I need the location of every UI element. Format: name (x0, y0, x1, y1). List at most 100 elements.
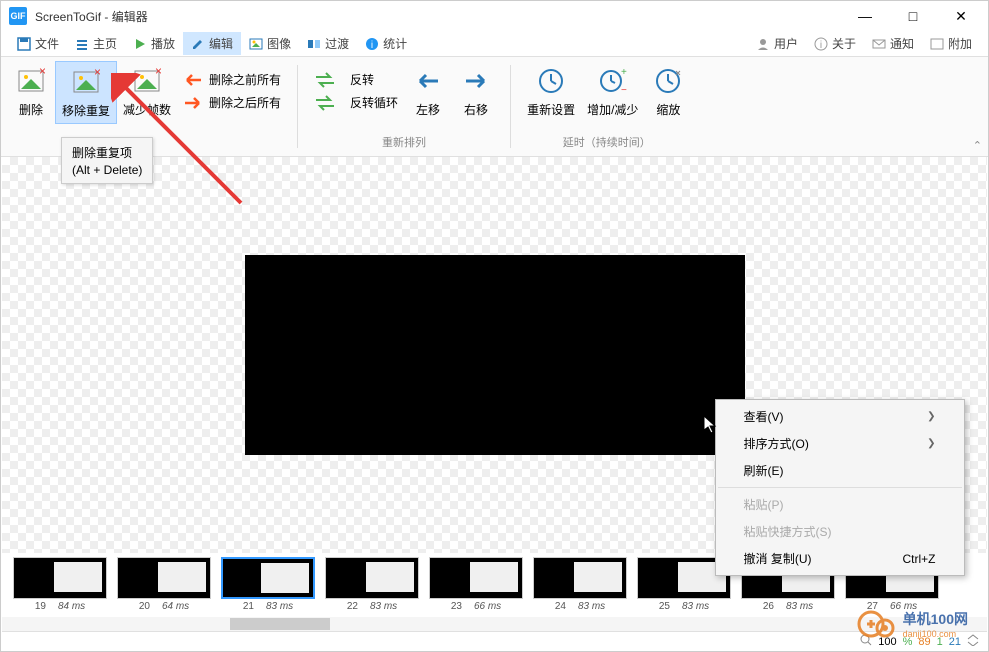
mail-icon (872, 37, 886, 51)
scrollbar-thumb[interactable] (230, 618, 330, 630)
minimize-button[interactable]: — (850, 4, 880, 28)
thumb-duration: 64 ms (162, 601, 189, 612)
svg-text:×: × (94, 68, 100, 79)
image-icon (930, 37, 944, 51)
thumb-frame[interactable]: 23 66 ms (426, 557, 526, 613)
canvas-area: 查看(V)❯ 排序方式(O)❯ 刷新(E) 粘贴(P) 粘贴快捷方式(S) 撤消… (2, 157, 987, 553)
thumb-number: 23 (451, 601, 462, 612)
delete-button[interactable]: × 删除 (7, 61, 55, 122)
arrow-right-icon (460, 65, 492, 97)
transition-icon (307, 37, 321, 51)
arrow-left-icon (183, 73, 203, 87)
loop-icon (314, 95, 336, 111)
watermark: 单机100网 danji100.com (857, 609, 968, 639)
menu-user[interactable]: 用户 (748, 32, 806, 55)
reverse-button[interactable]: 反转 (308, 69, 404, 90)
thumb-image (429, 557, 523, 599)
context-menu: 查看(V)❯ 排序方式(O)❯ 刷新(E) 粘贴(P) 粘贴快捷方式(S) 撤消… (715, 399, 965, 576)
svg-text:−: − (621, 85, 627, 95)
thumb-number: 24 (555, 601, 566, 612)
ctx-undo-copy[interactable]: 撤消 复制(U)Ctrl+Z (716, 545, 964, 572)
thumb-duration: 66 ms (474, 601, 501, 612)
thumb-image (325, 557, 419, 599)
menubar: 文件 主页 播放 编辑 图像 过渡 i统计 用户 i关于 通知 附加 (1, 31, 988, 57)
image-x-icon: × (131, 65, 163, 97)
close-button[interactable]: ✕ (946, 4, 976, 28)
app-icon: GIF (9, 7, 27, 25)
titlebar: GIF ScreenToGif - 编辑器 — □ ✕ (1, 1, 988, 31)
thumb-number: 25 (659, 601, 670, 612)
menu-play[interactable]: 播放 (125, 32, 183, 55)
thumb-number: 22 (347, 601, 358, 612)
thumb-duration: 83 ms (682, 601, 709, 612)
thumb-frame[interactable]: 1984 ms (10, 557, 110, 613)
reset-button[interactable]: 重新设置 (521, 61, 581, 122)
ctx-paste: 粘贴(P) (716, 491, 964, 518)
reverse-loop-button[interactable]: 反转循环 (308, 92, 404, 113)
thumb-number: 21 (243, 601, 254, 612)
user-icon (756, 37, 770, 51)
swap-icon (314, 72, 336, 88)
thumb-image (221, 557, 315, 599)
svg-text:+: + (621, 67, 627, 78)
scale-button[interactable]: 缩放 (644, 61, 692, 122)
info-icon: i (365, 37, 379, 51)
thumb-duration: 83 ms (578, 601, 605, 612)
frame-preview[interactable]: 查看(V)❯ 排序方式(O)❯ 刷新(E) 粘贴(P) 粘贴快捷方式(S) 撤消… (245, 255, 745, 455)
save-icon (17, 37, 31, 51)
delete-before-button[interactable]: 删除之前所有 (177, 69, 287, 90)
chevron-right-icon: ❯ (927, 438, 935, 449)
thumb-duration: 84 ms (58, 601, 85, 612)
image-x-icon: × (70, 66, 102, 98)
statusbar: 100 % 89 1 21 (2, 631, 987, 651)
timeline-scrollbar[interactable] (2, 617, 987, 631)
expand-icon[interactable] (967, 634, 979, 649)
watermark-text: 单机100网 (903, 609, 968, 629)
arrow-right-icon (183, 96, 203, 110)
reduce-frames-button[interactable]: × 减少帧数 (117, 61, 177, 122)
thumb-duration: 83 ms (786, 601, 813, 612)
ctx-paste-shortcut: 粘贴快捷方式(S) (716, 518, 964, 545)
maximize-button[interactable]: □ (898, 4, 928, 28)
image-x-icon: × (15, 65, 47, 97)
ctx-refresh[interactable]: 刷新(E) (716, 457, 964, 484)
ctx-sort[interactable]: 排序方式(O)❯ (716, 430, 964, 457)
image-icon (249, 37, 263, 51)
menu-transition[interactable]: 过渡 (299, 32, 357, 55)
delete-after-button[interactable]: 删除之后所有 (177, 92, 287, 113)
ribbon-collapse-button[interactable]: ⌃ (973, 139, 982, 152)
thumb-image (13, 557, 107, 599)
svg-text:i: i (820, 40, 822, 51)
tooltip-title: 删除重复项 (72, 144, 142, 161)
edit-icon (191, 37, 205, 51)
menu-file[interactable]: 文件 (9, 32, 67, 55)
svg-text:i: i (371, 40, 373, 51)
window-title: ScreenToGif - 编辑器 (35, 8, 850, 25)
info-icon: i (814, 37, 828, 51)
clock-plusminus-icon: +− (597, 65, 629, 97)
menu-home[interactable]: 主页 (67, 32, 125, 55)
thumb-frame[interactable]: 2283 ms (322, 557, 422, 613)
thumb-frame[interactable]: 24 83 ms (530, 557, 630, 613)
ctx-view[interactable]: 查看(V)❯ (716, 403, 964, 430)
menu-notify[interactable]: 通知 (864, 32, 922, 55)
move-right-button[interactable]: 右移 (452, 61, 500, 122)
thumb-frame[interactable]: 2183 ms (218, 557, 318, 613)
chevron-right-icon: ❯ (927, 411, 935, 422)
svg-text:×: × (155, 67, 161, 78)
group-label-delay: 延时（持续时间） (521, 132, 692, 152)
group-label-rearrange: 重新排列 (308, 132, 500, 152)
menu-attach[interactable]: 附加 (922, 32, 980, 55)
increase-decrease-button[interactable]: +− 增加/减少 (581, 61, 644, 122)
thumb-number: 26 (763, 601, 774, 612)
menu-stats[interactable]: i统计 (357, 32, 415, 55)
menu-image[interactable]: 图像 (241, 32, 299, 55)
menu-edit[interactable]: 编辑 (183, 32, 241, 55)
thumb-frame[interactable]: 2064 ms (114, 557, 214, 613)
watermark-sub: danji100.com (903, 629, 968, 639)
move-left-button[interactable]: 左移 (404, 61, 452, 122)
menu-about[interactable]: i关于 (806, 32, 864, 55)
remove-duplicate-button[interactable]: × 移除重复 (55, 61, 117, 124)
thumb-image (533, 557, 627, 599)
svg-text:×: × (39, 67, 45, 78)
